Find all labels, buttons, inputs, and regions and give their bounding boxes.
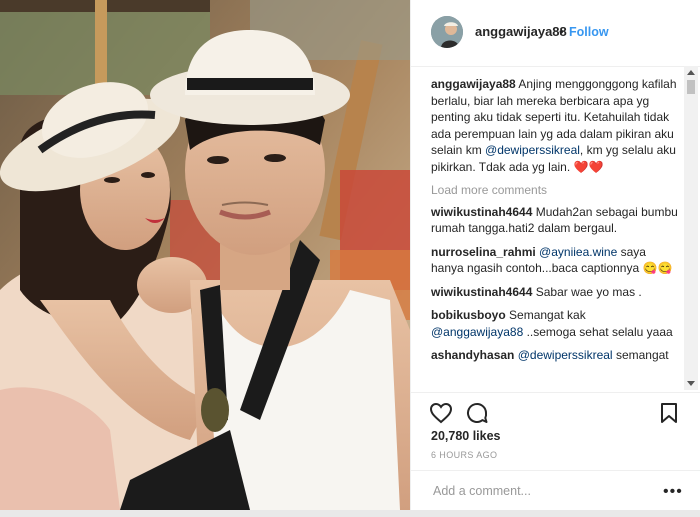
load-more-comments-button[interactable]: Load more comments xyxy=(431,182,681,199)
comment-item: wiwikustinah4644 Mudah2an sebagai bumbu … xyxy=(431,204,681,237)
bookmark-icon xyxy=(661,403,677,423)
comment-item: ashandyhasan @dewiperssikreal semangat xyxy=(431,347,681,364)
avatar-image xyxy=(431,16,463,48)
add-comment-bar: ••• xyxy=(411,470,700,511)
comments-list: anggawijaya88 Anjing menggonggong kafila… xyxy=(431,76,681,390)
scroll-up-arrow-icon[interactable] xyxy=(687,70,695,75)
comment-mention[interactable]: @dewiperssikreal xyxy=(518,348,613,362)
comment-mention[interactable]: @ayniiea.wine xyxy=(539,245,617,259)
comment-text: Semangat kak xyxy=(509,308,586,322)
post-actions-bar xyxy=(411,392,700,425)
follow-button[interactable]: Follow xyxy=(569,25,609,39)
comment-username[interactable]: nurroselina_rahmi xyxy=(431,245,536,259)
post-timestamp: 6 HOURS AGO xyxy=(431,450,498,460)
post-username-link[interactable]: anggawijaya88 xyxy=(475,24,567,39)
more-options-button[interactable]: ••• xyxy=(663,483,683,501)
comment-username[interactable]: bobikusboyo xyxy=(431,308,506,322)
caption-username[interactable]: anggawijaya88 xyxy=(431,77,516,91)
save-button[interactable] xyxy=(657,401,681,425)
comment-text: semangat xyxy=(612,348,669,362)
comment-username[interactable]: wiwikustinah4644 xyxy=(431,205,532,219)
likes-count[interactable]: 20,780 likes xyxy=(431,429,501,443)
comment-item: bobikusboyo Semangat kak @anggawijaya88 … xyxy=(431,307,681,340)
like-button[interactable] xyxy=(429,401,453,425)
comment-username[interactable]: ashandyhasan xyxy=(431,348,514,362)
instagram-post-window: anggawijaya88 • Follow anggawijaya88 Anj… xyxy=(0,0,700,517)
add-comment-input[interactable] xyxy=(431,483,635,499)
post-photo-illustration xyxy=(0,0,410,510)
caption-mention[interactable]: @dewiperssikreal xyxy=(485,143,580,157)
comment-username[interactable]: wiwikustinah4644 xyxy=(431,285,532,299)
comments-scrollbar[interactable] xyxy=(684,66,698,390)
post-details-panel: anggawijaya88 • Follow anggawijaya88 Anj… xyxy=(410,0,700,510)
scrollbar-thumb[interactable] xyxy=(687,80,695,94)
post-header: anggawijaya88 • Follow xyxy=(411,0,700,67)
comment-text-end: ..semoga sehat selalu yaaa xyxy=(523,324,673,339)
heart-icon xyxy=(429,402,453,424)
page-bottom-edge xyxy=(0,510,700,517)
comment-icon xyxy=(467,402,488,423)
comment-text: Sabar wae yo mas . xyxy=(535,284,642,299)
comment-item: wiwikustinah4644 Sabar wae yo mas . xyxy=(431,284,681,301)
separator-dot: • xyxy=(559,24,564,39)
post-caption: anggawijaya88 Anjing menggonggong kafila… xyxy=(431,76,681,175)
scroll-down-arrow-icon[interactable] xyxy=(687,381,695,386)
post-photo[interactable] xyxy=(0,0,410,510)
comment-mention[interactable]: @anggawijaya88 xyxy=(431,325,523,339)
avatar[interactable] xyxy=(431,16,463,48)
heart-emoji: ❤️❤️ xyxy=(573,159,604,174)
comment-button[interactable] xyxy=(465,401,489,425)
comment-emoji: 😋😋 xyxy=(642,261,673,275)
comment-item: nurroselina_rahmi @ayniiea.wine saya han… xyxy=(431,244,681,277)
